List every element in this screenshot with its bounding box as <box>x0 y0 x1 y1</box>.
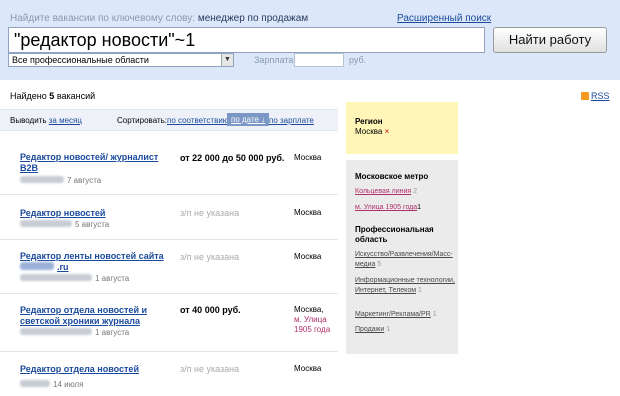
metro-item-link[interactable]: м. Улица 1905 года <box>355 204 417 211</box>
sort-by-date[interactable]: по дате ↓ <box>227 113 270 126</box>
search-panel: Найдите вакансии по ключевому слову: мен… <box>0 0 620 80</box>
salary-unit: руб. <box>349 55 367 65</box>
vacancy-title-link[interactable]: Редактор новостей/ журналист B2B <box>20 152 170 174</box>
vacancy-metro: м. Улица 1905 года <box>294 315 331 334</box>
employer-name[interactable] <box>20 380 50 387</box>
search-hint-prefix: Найдите вакансии по ключевому слову: <box>10 13 196 24</box>
search-input[interactable]: "редактор новости"~1 <box>8 27 485 53</box>
vacancy-city: Москва <box>294 208 322 217</box>
period-label: Выводить <box>10 116 47 125</box>
area-item: Продажи 1 <box>355 325 457 335</box>
area-item-link[interactable]: Информационные технологии, Интернет, Тел… <box>355 277 455 294</box>
vacancy-city: Москва <box>294 364 322 373</box>
search-hint-example[interactable]: менеджер по продажам <box>198 13 308 24</box>
vacancy-meta: 1 августа <box>20 328 129 337</box>
period-link[interactable]: за месяц <box>49 116 82 125</box>
vacancy-city: Москва, <box>294 305 324 314</box>
area-item-count: 1 <box>417 287 422 294</box>
employer-name[interactable] <box>20 328 92 335</box>
vacancy-city: Москва <box>294 252 322 261</box>
sidebar-filters: Московское метро Кольцевая линия 2 м. Ул… <box>346 160 458 354</box>
rss-label[interactable]: RSS <box>591 91 610 101</box>
area-title: Профессиональная область <box>355 225 434 244</box>
employer-name[interactable] <box>20 176 64 183</box>
metro-item-link[interactable]: Кольцевая линия <box>355 188 411 195</box>
vacancy-date: 14 июля <box>53 380 84 389</box>
metro-item: Кольцевая линия 2 <box>355 187 457 197</box>
vacancy-row: Редактор отдела новостей и светской хрон… <box>0 294 338 352</box>
region-title: Регион <box>355 117 383 126</box>
search-hint: Найдите вакансии по ключевому слову: мен… <box>10 13 308 24</box>
area-item: Маркетинг/Реклама/PR 1 <box>355 310 457 320</box>
vacancy-date: 5 августа <box>75 220 110 229</box>
professional-area-select[interactable]: Все профессиональные области ▼ <box>8 53 234 67</box>
site-name <box>20 262 54 270</box>
vacancy-location: Москва, м. Улица 1905 года <box>294 305 334 335</box>
region-value: Москва × <box>355 127 389 136</box>
vacancy-salary: з/п не указана <box>180 208 240 218</box>
area-item-count: 1 <box>386 326 391 333</box>
vacancy-title-block: Редактор ленты новостей сайта .ru <box>20 251 180 273</box>
rss-link[interactable]: RSS <box>581 91 610 101</box>
region-filter: Регион Москва × <box>346 102 458 154</box>
area-item: Искусство/Развлечения/Масс-медиа 5 <box>355 250 457 270</box>
area-item-link[interactable]: Искусство/Развлечения/Масс-медиа <box>355 251 453 268</box>
region-name: Москва <box>355 127 383 136</box>
metro-item-count: 1 <box>417 204 422 211</box>
vacancy-salary: з/п не указана <box>180 252 240 262</box>
found-suffix: вакансий <box>56 91 96 101</box>
vacancy-date: 7 августа <box>67 176 102 185</box>
rss-icon <box>581 92 589 100</box>
vacancy-title-link[interactable]: Редактор ленты новостей сайта <box>20 251 164 261</box>
vacancy-salary: от 22 000 до 50 000 руб. <box>180 153 285 163</box>
area-item-count: 5 <box>377 261 382 268</box>
vacancy-row: Редактор новостей/ журналист B2B 7 авгус… <box>0 131 338 195</box>
vacancy-salary: з/п не указана <box>180 364 240 374</box>
salary-input[interactable] <box>294 53 344 67</box>
vacancy-date: 1 августа <box>95 274 130 283</box>
vacancy-salary: от 40 000 руб. <box>180 305 241 315</box>
vacancy-date: 1 августа <box>95 328 130 337</box>
dropdown-arrow-icon[interactable]: ▼ <box>221 54 233 66</box>
vacancy-row: Редактор отдела новостей 14 июля з/п не … <box>0 352 338 396</box>
sort-by-relevance[interactable]: по соответствию <box>167 116 229 125</box>
area-item: Информационные технологии, Интернет, Тел… <box>355 276 457 296</box>
professional-area-selected: Все профессиональные области <box>12 55 149 65</box>
vacancy-meta: 7 августа <box>20 176 101 185</box>
vacancy-meta: 14 июля <box>20 380 83 389</box>
vacancy-meta: 5 августа <box>20 220 109 229</box>
sort-by-salary[interactable]: по зарплате <box>269 116 314 125</box>
vacancy-meta: 1 августа <box>20 274 129 283</box>
sort-bar: Выводить за месяц Сортировать: по соотве… <box>0 109 338 131</box>
sort-label: Сортировать: <box>117 116 168 125</box>
vacancy-title-link[interactable]: Редактор отдела новостей и светской хрон… <box>20 305 160 327</box>
find-job-button[interactable]: Найти работу <box>493 27 607 53</box>
employer-name[interactable] <box>20 220 72 227</box>
advanced-search-link[interactable]: Расширенный поиск <box>397 13 491 24</box>
salary-label: Зарплата: <box>254 55 296 65</box>
site-suffix[interactable]: .ru <box>57 262 69 272</box>
metro-item-count: 2 <box>413 188 418 195</box>
vacancy-row: Редактор новостей 5 августа з/п не указа… <box>0 195 338 240</box>
vacancy-title-link[interactable]: Редактор отдела новостей <box>20 364 170 375</box>
vacancy-row: Редактор ленты новостей сайта .ru 1 авгу… <box>0 240 338 294</box>
area-item-count: 1 <box>432 311 437 318</box>
area-item-link[interactable]: Продажи <box>355 326 384 333</box>
employer-name[interactable] <box>20 274 92 281</box>
found-number: 5 <box>49 91 55 101</box>
found-count: Найдено 5 вакансий <box>10 91 95 101</box>
remove-region-icon[interactable]: × <box>385 127 390 136</box>
found-prefix: Найдено <box>10 91 47 101</box>
area-item-link[interactable]: Маркетинг/Реклама/PR <box>355 311 431 318</box>
vacancy-city: Москва <box>294 153 322 162</box>
metro-item: м. Улица 1905 года1 <box>355 203 457 213</box>
period-filter: Выводить за месяц <box>10 116 82 125</box>
metro-title: Московское метро <box>355 172 429 181</box>
vacancy-title-link[interactable]: Редактор новостей <box>20 208 170 219</box>
